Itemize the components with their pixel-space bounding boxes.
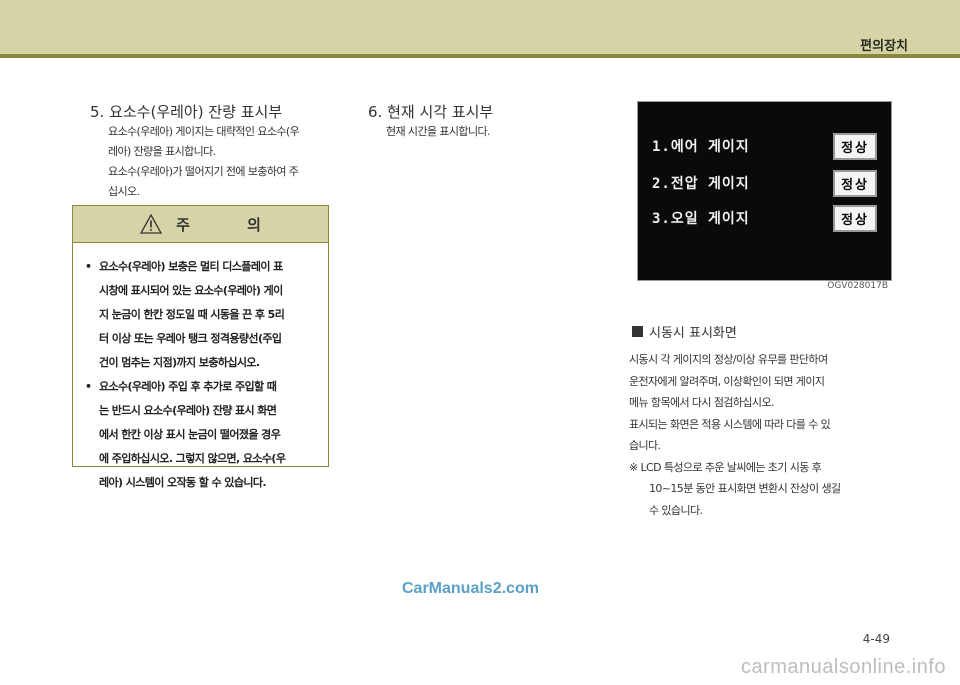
caution-line: 에 주입하십시오. 그렇지 않으면, 요소수(우: [99, 452, 286, 465]
boot-screen-line: 시동시 각 게이지의 정상/이상 유무를 판단하여: [629, 353, 828, 366]
status-badge: 정상: [833, 204, 877, 232]
section-5-line: 요소수(우레아)가 떨어지기 전에 보충하여 주: [108, 165, 299, 178]
caution-list: 요소수(우레아) 보충은 멀티 디스플레이 표 시창에 표시되어 있는 요소수(…: [73, 243, 328, 495]
screen-row-label: 2.전압 게이지: [652, 176, 750, 192]
section-5-line: 십시오.: [108, 185, 140, 198]
section-5-line: 레아) 잔량을 표시합니다.: [108, 145, 216, 158]
gauge-check-screen: 1.에어 게이지 정상 2.전압 게이지 정상 3.오일 게이지 정상: [637, 101, 892, 281]
screen-row-label: 1.에어 게이지: [652, 139, 750, 155]
caution-line: 요소수(우레아) 보충은 멀티 디스플레이 표: [99, 260, 283, 273]
caution-line: 건이 멈추는 지점)까지 보충하십시오.: [99, 356, 260, 369]
boot-screen-heading: 시동시 표시화면: [632, 322, 737, 341]
square-bullet-icon: [632, 326, 643, 337]
screen-row: 3.오일 게이지 정상: [652, 204, 877, 232]
caution-box: 주 의 요소수(우레아) 보충은 멀티 디스플레이 표 시창에 표시되어 있는 …: [72, 205, 329, 489]
caution-header: 주 의: [73, 206, 328, 243]
boot-screen-line: 메뉴 항목에서 다시 점검하십시오.: [629, 396, 774, 409]
header-band: [0, 0, 960, 54]
page-number: 4-49: [862, 632, 890, 646]
section-6-title: 6. 현재 시각 표시부: [368, 103, 494, 121]
chapter-title: 편의장치: [860, 39, 908, 54]
boot-screen-note-line: 수 있습니다.: [649, 503, 703, 517]
caution-line: 에서 한칸 이상 표시 눈금이 떨어졌을 경우: [99, 428, 281, 441]
boot-screen-note-line: 10~15분 동안 표시화면 변환시 잔상이 생길: [649, 482, 841, 495]
footer-site-link[interactable]: carmanualsonline.info: [741, 656, 946, 679]
boot-screen-heading-text: 시동시 표시화면: [649, 326, 737, 341]
status-badge: 정상: [833, 132, 877, 160]
caution-line: 레아) 시스템이 오작동 할 수 있습니다.: [99, 476, 267, 489]
section-5-line: 요소수(우레아) 게이지는 대략적인 요소수(우: [108, 125, 300, 138]
boot-screen-line: 표시되는 화면은 적용 시스템에 따라 다를 수 있: [629, 417, 831, 431]
boot-screen-line: 운전자에게 알려주며, 이상확인이 되면 게이지: [629, 374, 825, 388]
section-5-body: 요소수(우레아) 게이지는 대략적인 요소수(우 레아) 잔량을 표시합니다. …: [108, 122, 333, 202]
figure-code: OGV028017B: [827, 281, 888, 291]
section-5-title: 5. 요소수(우레아) 잔량 표시부: [90, 103, 283, 121]
caution-line: 지 눈금이 한칸 정도일 때 시동을 끈 후 5리: [99, 308, 285, 321]
boot-screen-line: 습니다.: [629, 439, 661, 452]
screen-row-label: 3.오일 게이지: [652, 211, 750, 227]
boot-screen-note-line: ※ LCD 특성으로 추운 날씨에는 초기 시동 후: [629, 460, 822, 474]
screen-row: 2.전압 게이지 정상: [652, 169, 877, 197]
header-rule: [0, 54, 960, 58]
caution-title: 주 의: [176, 215, 287, 234]
status-badge: 정상: [833, 169, 877, 197]
boot-screen-body: 시동시 각 게이지의 정상/이상 유무를 판단하여 운전자에게 알려주며, 이상…: [629, 349, 899, 521]
section-6-body: 현재 시간을 표시합니다.: [386, 122, 616, 142]
watermark-link[interactable]: CarManuals2.com: [402, 580, 539, 598]
screen-row: 1.에어 게이지 정상: [652, 132, 877, 160]
caution-line: 터 이상 또는 우레아 탱크 정격용량선(주입: [99, 332, 282, 345]
section-6-line: 현재 시간을 표시합니다.: [386, 125, 490, 138]
warning-triangle-icon: [140, 214, 163, 234]
caution-line: 요소수(우레아) 주입 후 추가로 주입할 때: [99, 380, 277, 393]
caution-line: 는 반드시 요소수(우레아) 잔량 표시 화면: [99, 404, 277, 417]
caution-line: 시창에 표시되어 있는 요소수(우레아) 게이: [99, 284, 283, 297]
caution-item: 요소수(우레아) 주입 후 추가로 주입할 때 는 반드시 요소수(우레아) 잔…: [85, 375, 318, 495]
caution-item: 요소수(우레아) 보충은 멀티 디스플레이 표 시창에 표시되어 있는 요소수(…: [85, 255, 318, 375]
